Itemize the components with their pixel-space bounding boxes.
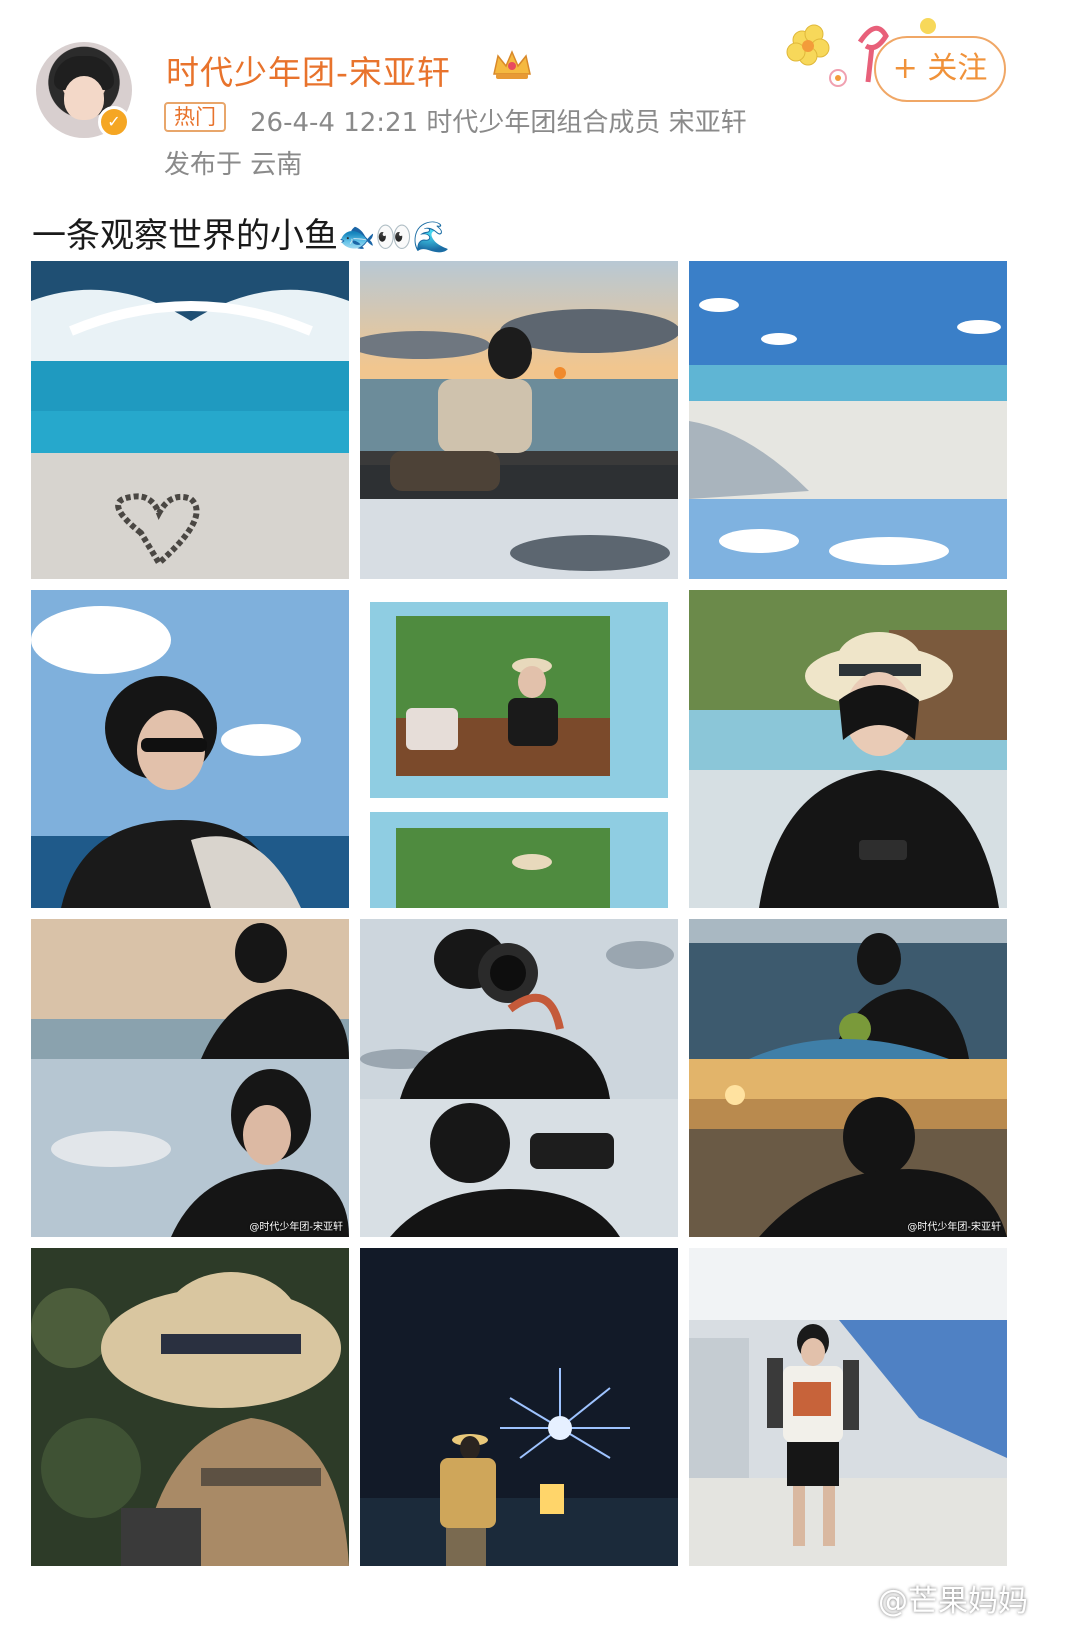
hot-tag: 热门 [164,102,226,132]
post-text-body: 一条观察世界的小鱼 [32,216,338,256]
avatar-face [64,76,104,120]
footer-watermark: @芒果妈妈 [878,1584,1028,1619]
photo-sunglasses-sky[interactable] [31,590,349,908]
photo-straw-hat-closeup-image [31,1248,349,1566]
verified-icon: ✓ [98,106,130,138]
post-text-emojis: 🐟👀🌊 [338,220,451,255]
photo-fireworks-night[interactable] [360,1248,678,1566]
photo-fireworks-night-image [360,1248,678,1566]
post-header: ✓ 时代少年团-宋亚轩 热门 26-4-4 12:21 时代少年团组合成员 宋亚… [0,0,1080,200]
follow-button[interactable]: + 关注 [874,36,1006,102]
username[interactable]: 时代少年团-宋亚轩 [166,46,451,94]
post-text: 一条观察世界的小鱼🐟👀🌊 [32,208,450,257]
photo-watermark: @时代少年团-宋亚轩 [249,1222,343,1233]
post-meta: 26-4-4 12:21 时代少年团组合成员 宋亚轩 [250,108,747,138]
photo-dusk-profile[interactable]: @时代少年团-宋亚轩 [31,919,349,1237]
photo-camera-shots-image [360,919,678,1237]
photo-sunset-railing-image [360,261,678,579]
photo-straw-hat-boat-image [689,590,1007,908]
photo-dusk-profile-image [31,919,349,1237]
photo-beach-sky[interactable] [689,261,1007,579]
crown-icon [493,50,531,79]
post-location: 发布于 云南 [164,150,303,180]
photo-sunglasses-sky-image [31,590,349,908]
photo-boat-sunset-image [689,919,1007,1237]
photo-straw-hat-closeup[interactable] [31,1248,349,1566]
photo-sunset-railing[interactable] [360,261,678,579]
photo-beach-sky-image [689,261,1007,579]
photo-white-room-pose[interactable] [689,1248,1007,1566]
photo-watermark: @时代少年团-宋亚轩 [907,1222,1001,1233]
photo-camera-shots[interactable] [360,919,678,1237]
photo-straw-hat-boat[interactable] [689,590,1007,908]
photo-wake-and-heart-image [31,261,349,579]
photo-wake-and-heart[interactable] [31,261,349,579]
photo-instant-photos-image [360,590,678,908]
photo-instant-photos[interactable] [360,590,678,908]
photo-white-room-pose-image [689,1248,1007,1566]
photo-boat-sunset[interactable]: @时代少年团-宋亚轩 [689,919,1007,1237]
